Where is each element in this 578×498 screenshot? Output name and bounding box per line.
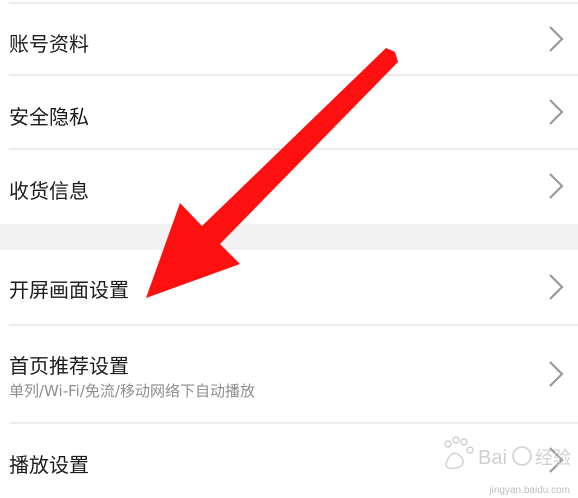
chevron-right-icon (549, 274, 564, 300)
homepage-recommend-settings-row[interactable]: 首页推荐设置 单列/Wi-Fi/免流/移动网络下自动播放 (0, 326, 578, 422)
playback-settings-label: 播放设置 (9, 453, 89, 477)
section-gap (0, 224, 578, 250)
homepage-recommend-settings-label: 首页推荐设置 (9, 354, 129, 378)
shipping-info-label: 收货信息 (9, 179, 89, 203)
chevron-right-icon (549, 173, 564, 199)
chevron-right-icon (549, 99, 564, 125)
shipping-info-row[interactable]: 收货信息 (0, 150, 578, 224)
chevron-right-icon (549, 26, 564, 52)
splash-screen-settings-label: 开屏画面设置 (9, 278, 129, 302)
security-privacy-label: 安全隐私 (9, 105, 89, 129)
security-privacy-row[interactable]: 安全隐私 (0, 76, 578, 148)
account-info-row[interactable]: 账号资料 (0, 4, 578, 74)
splash-screen-settings-row[interactable]: 开屏画面设置 (0, 250, 578, 324)
watermark-url: jingyan.baidu.com (489, 485, 570, 496)
chevron-right-icon (549, 361, 564, 387)
account-info-label: 账号资料 (9, 32, 89, 56)
homepage-recommend-settings-sublabel: 单列/Wi-Fi/免流/移动网络下自动播放 (9, 382, 255, 400)
chevron-right-icon (549, 447, 564, 473)
